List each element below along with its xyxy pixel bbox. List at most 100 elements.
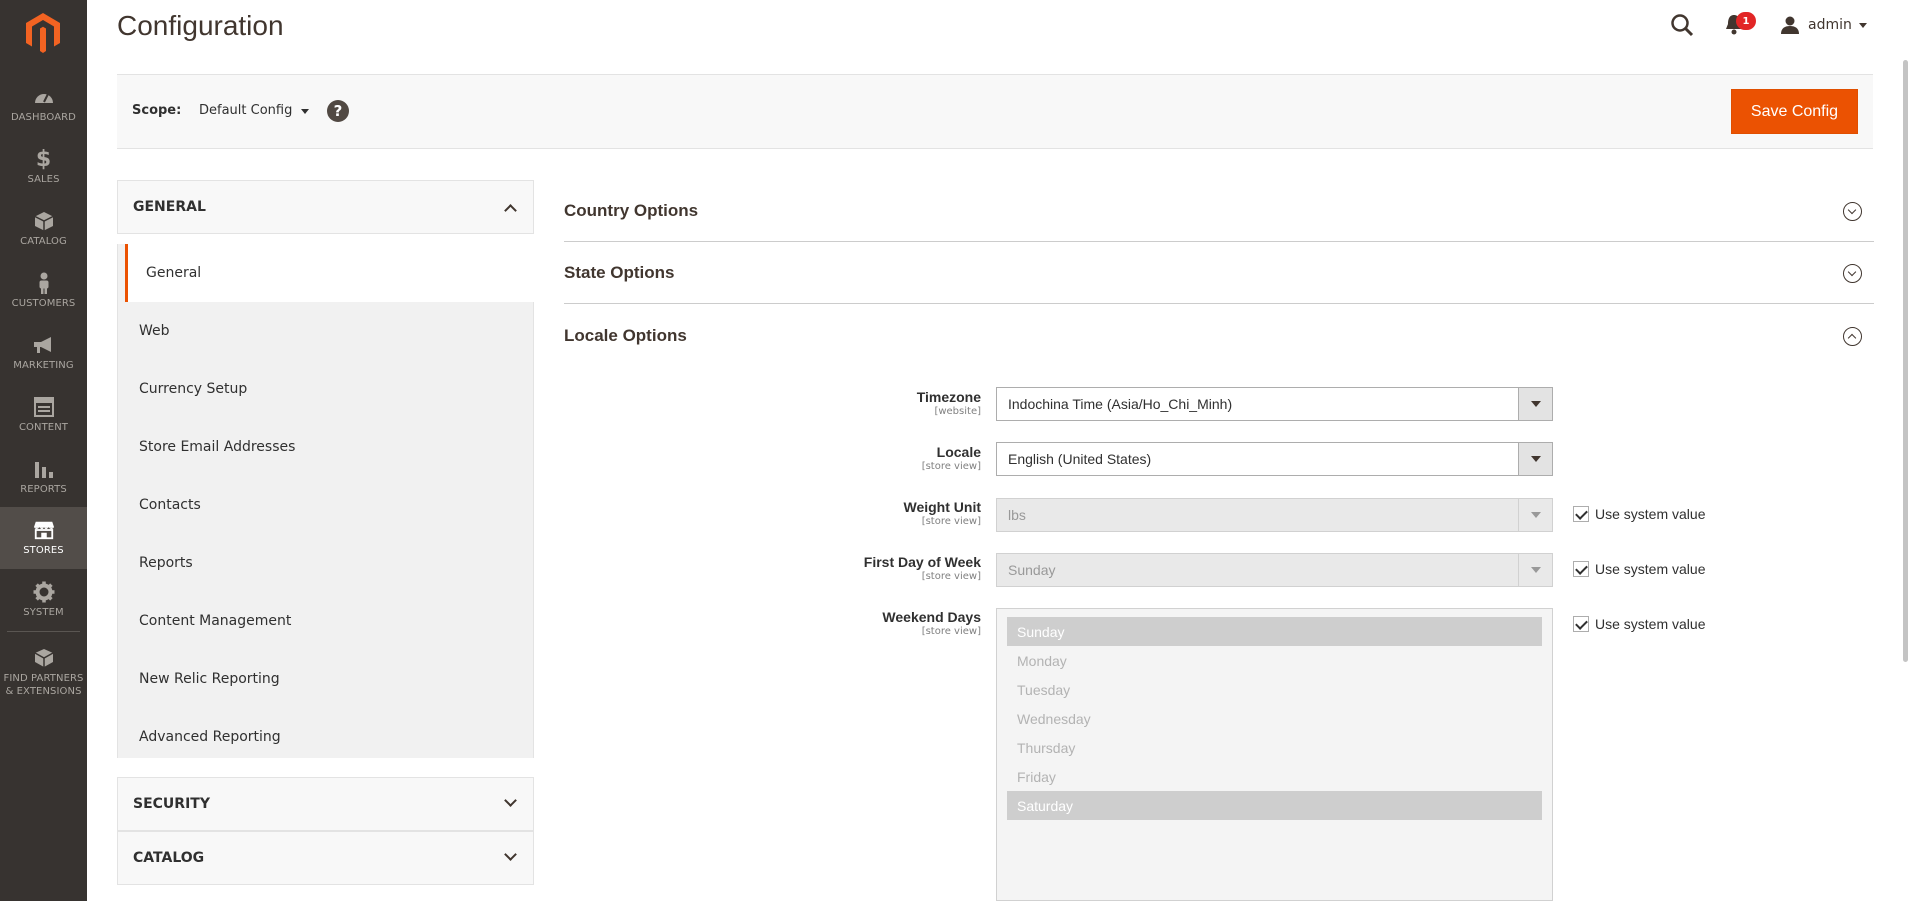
option-saturday[interactable]: Saturday [1007, 791, 1542, 820]
dropdown-arrow-icon [1518, 499, 1552, 531]
nav-item-currency-setup[interactable]: Currency Setup [118, 360, 533, 418]
megaphone-icon [33, 334, 55, 356]
option-thursday[interactable]: Thursday [1007, 733, 1542, 762]
menu-label: MARKETING [13, 360, 74, 371]
layout-icon [33, 396, 55, 418]
menu-item-content[interactable]: CONTENT [0, 384, 87, 446]
menu-item-stores[interactable]: STORES [0, 507, 87, 569]
dashboard-icon [33, 86, 55, 108]
field-scope: [website] [934, 406, 981, 417]
scope-value: Default Config [199, 103, 293, 118]
nav-group-label: CATALOG [133, 850, 205, 866]
user-icon [1781, 16, 1799, 34]
nav-group-security[interactable]: SECURITY [117, 777, 534, 831]
search-icon[interactable] [1670, 13, 1694, 37]
nav-group-catalog[interactable]: CATALOG [117, 831, 534, 885]
select-value: English (United States) [1008, 451, 1152, 467]
checkbox-checked-icon[interactable] [1573, 506, 1589, 522]
collapse-circle-icon [1843, 327, 1862, 346]
nav-item-web[interactable]: Web [118, 302, 533, 360]
dropdown-arrow-icon [1518, 388, 1552, 420]
nav-item-contacts[interactable]: Contacts [118, 476, 533, 534]
weekend-days-multiselect[interactable]: Sunday Monday Tuesday Wednesday Thursday… [996, 608, 1553, 901]
first-day-use-system-value[interactable]: Use system value [1573, 561, 1705, 577]
admin-menu: DASHBOARD $ SALES CATALOG CUSTOMERS MARK… [0, 0, 87, 901]
menu-label: STORES [23, 545, 64, 556]
select-value: Sunday [1008, 562, 1056, 578]
menu-divider [7, 631, 80, 632]
menu-item-system[interactable]: SYSTEM [0, 569, 87, 631]
checkbox-label: Use system value [1595, 506, 1706, 522]
config-navigation: GENERAL General Web Currency Setup Store… [117, 180, 534, 901]
timezone-label: Timezone [website] [917, 389, 981, 417]
field-scope: [store view] [921, 516, 981, 527]
dollar-icon: $ [35, 146, 52, 172]
section-state-options[interactable]: State Options [564, 242, 1874, 304]
option-friday[interactable]: Friday [1007, 762, 1542, 791]
option-sunday[interactable]: Sunday [1007, 617, 1542, 646]
chevron-up-icon [504, 204, 517, 217]
gear-icon [33, 581, 55, 603]
chevron-down-icon [1858, 22, 1867, 28]
first-day-label: First Day of Week [store view] [864, 554, 981, 582]
nav-item-general[interactable]: General [125, 244, 534, 302]
dropdown-arrow-icon [1518, 554, 1552, 586]
menu-item-sales[interactable]: $ SALES [0, 136, 87, 198]
menu-item-customers[interactable]: CUSTOMERS [0, 260, 87, 322]
option-tuesday[interactable]: Tuesday [1007, 675, 1542, 704]
menu-item-catalog[interactable]: CATALOG [0, 198, 87, 260]
timezone-select[interactable]: Indochina Time (Asia/Ho_Chi_Minh) [996, 387, 1553, 421]
page-title: Configuration [117, 10, 284, 41]
menu-label: SYSTEM [23, 607, 64, 618]
menu-label: FIND PARTNERS & EXTENSIONS [3, 672, 84, 697]
user-account-menu[interactable]: admin [1780, 13, 1867, 37]
nav-group-general[interactable]: GENERAL [117, 180, 534, 234]
help-icon[interactable]: ? [327, 100, 349, 122]
chevron-down-icon [301, 109, 310, 114]
select-value: lbs [1008, 507, 1026, 523]
checkbox-checked-icon[interactable] [1573, 616, 1589, 632]
section-country-options[interactable]: Country Options [564, 180, 1874, 242]
magento-logo-icon[interactable] [26, 13, 60, 53]
dropdown-arrow-icon [1518, 443, 1552, 475]
section-locale-options[interactable]: Locale Options [564, 305, 1874, 367]
locale-select[interactable]: English (United States) [996, 442, 1553, 476]
option-wednesday[interactable]: Wednesday [1007, 704, 1542, 733]
nav-item-reports[interactable]: Reports [118, 534, 533, 592]
weight-unit-use-system-value[interactable]: Use system value [1573, 506, 1705, 522]
scope-switcher[interactable]: Default Config [199, 103, 310, 118]
menu-item-dashboard[interactable]: DASHBOARD [0, 74, 87, 136]
field-label: Weight Unit [903, 499, 981, 515]
weekend-days-use-system-value[interactable]: Use system value [1573, 616, 1705, 632]
checkbox-checked-icon[interactable] [1573, 561, 1589, 577]
menu-label: REPORTS [20, 484, 67, 495]
scope-bar: Scope: Default Config ? Save Config [117, 74, 1873, 149]
scope-label: Scope: [132, 103, 182, 118]
menu-label: SALES [27, 174, 60, 185]
weight-unit-select[interactable]: lbs [996, 498, 1553, 532]
page-scrollbar[interactable] [1903, 60, 1908, 662]
nav-item-store-email-addresses[interactable]: Store Email Addresses [118, 418, 533, 476]
section-title: Locale Options [564, 326, 687, 345]
menu-label: CUSTOMERS [11, 298, 76, 309]
weight-unit-label: Weight Unit [store view] [903, 499, 981, 527]
menu-item-reports[interactable]: REPORTS [0, 446, 87, 508]
nav-item-new-relic-reporting[interactable]: New Relic Reporting [118, 650, 533, 708]
puzzle-boxes-icon [33, 647, 55, 669]
menu-item-marketing[interactable]: MARKETING [0, 322, 87, 384]
nav-items-list: General Web Currency Setup Store Email A… [117, 244, 534, 758]
notification-count-badge[interactable]: 1 [1736, 12, 1756, 30]
first-day-select[interactable]: Sunday [996, 553, 1553, 587]
save-config-button[interactable]: Save Config [1731, 89, 1858, 134]
expand-circle-icon [1843, 202, 1862, 221]
storefront-icon [33, 519, 55, 541]
user-name: admin [1808, 17, 1852, 33]
bar-chart-icon [33, 458, 55, 480]
menu-item-find-partners[interactable]: FIND PARTNERS & EXTENSIONS [0, 636, 87, 708]
nav-item-content-management[interactable]: Content Management [118, 592, 533, 650]
nav-group-label: GENERAL [133, 199, 206, 215]
field-scope: [store view] [921, 626, 981, 637]
nav-item-advanced-reporting[interactable]: Advanced Reporting [118, 708, 533, 766]
option-monday[interactable]: Monday [1007, 646, 1542, 675]
checkbox-label: Use system value [1595, 616, 1706, 632]
